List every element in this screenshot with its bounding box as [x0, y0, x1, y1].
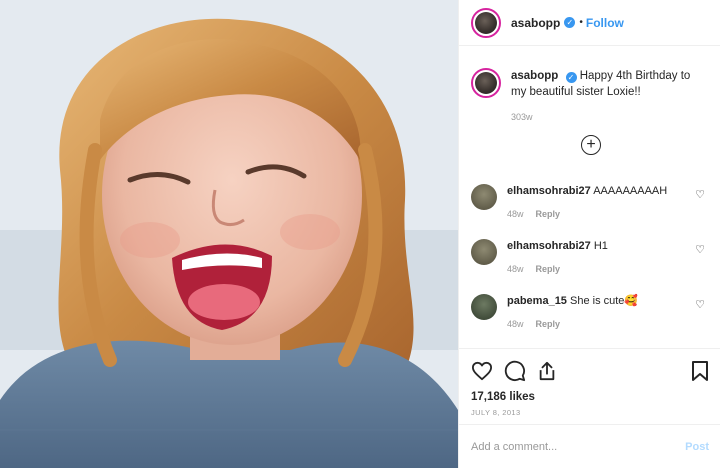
comment-like-heart-icon[interactable]: ♡ [695, 243, 705, 256]
follow-button[interactable]: Follow [586, 16, 624, 30]
photo-illustration [0, 0, 458, 468]
comment-text: She is cute🥰 [570, 295, 639, 307]
post-photo[interactable] [0, 0, 458, 468]
comment-text: AAAAAAAAAH [593, 185, 668, 197]
verified-badge-icon: ✓ [564, 17, 576, 28]
comment-username[interactable]: elhamsohrabi27 [507, 185, 591, 197]
comment-input[interactable] [471, 440, 686, 453]
author-avatar[interactable] [471, 7, 501, 38]
comment-item: pabema_15 She is cute🥰 48w Reply ♡ [471, 294, 711, 331]
heart-icon[interactable] [471, 361, 493, 381]
post-header: asabopp ✓ • Follow [459, 0, 720, 46]
comment-time[interactable]: 48w [507, 209, 524, 219]
commenter-avatar[interactable] [471, 239, 497, 265]
caption-timestamp[interactable]: 303w [511, 109, 707, 125]
comment-text: H1 [593, 240, 608, 252]
caption-username[interactable]: asabopp [511, 70, 558, 82]
post-actions: 17,186 likes JULY 8, 2013 [459, 348, 720, 417]
likes-count[interactable]: 17,186 likes [471, 391, 709, 403]
share-icon[interactable] [537, 360, 557, 382]
comment-item: elhamsohrabi27 H1 48w Reply ♡ [471, 239, 711, 276]
commenter-avatar[interactable] [471, 294, 497, 320]
add-comment-bar: Post [459, 424, 720, 468]
bookmark-icon[interactable] [691, 360, 709, 382]
separator-dot: • [579, 17, 583, 28]
reply-button[interactable]: Reply [536, 319, 561, 329]
post-sidebar: asabopp ✓ • Follow asabopp ✓ Happy 4th B… [458, 0, 720, 468]
comment-username[interactable]: pabema_15 [507, 295, 567, 307]
comment-like-heart-icon[interactable]: ♡ [695, 298, 705, 311]
comment-time[interactable]: 48w [507, 319, 524, 329]
verified-badge-icon: ✓ [565, 72, 577, 83]
comment-item: elhamsohrabi27 AAAAAAAAAH 48w Reply ♡ [471, 184, 711, 221]
caption-avatar[interactable] [471, 68, 501, 98]
post-date: JULY 8, 2013 [471, 408, 521, 417]
post-comment-button[interactable]: Post [685, 441, 709, 453]
commenter-avatar[interactable] [471, 184, 497, 210]
comment-like-heart-icon[interactable]: ♡ [695, 188, 705, 201]
reply-button[interactable]: Reply [536, 209, 561, 219]
reply-button[interactable]: Reply [536, 264, 561, 274]
comment-icon[interactable] [504, 360, 526, 382]
caption: asabopp ✓ Happy 4th Birthday to my beaut… [471, 68, 711, 125]
plus-circle-icon[interactable]: + [581, 135, 601, 155]
comment-username[interactable]: elhamsohrabi27 [507, 240, 591, 252]
comment-time[interactable]: 48w [507, 264, 524, 274]
author-username[interactable]: asabopp [511, 16, 560, 30]
